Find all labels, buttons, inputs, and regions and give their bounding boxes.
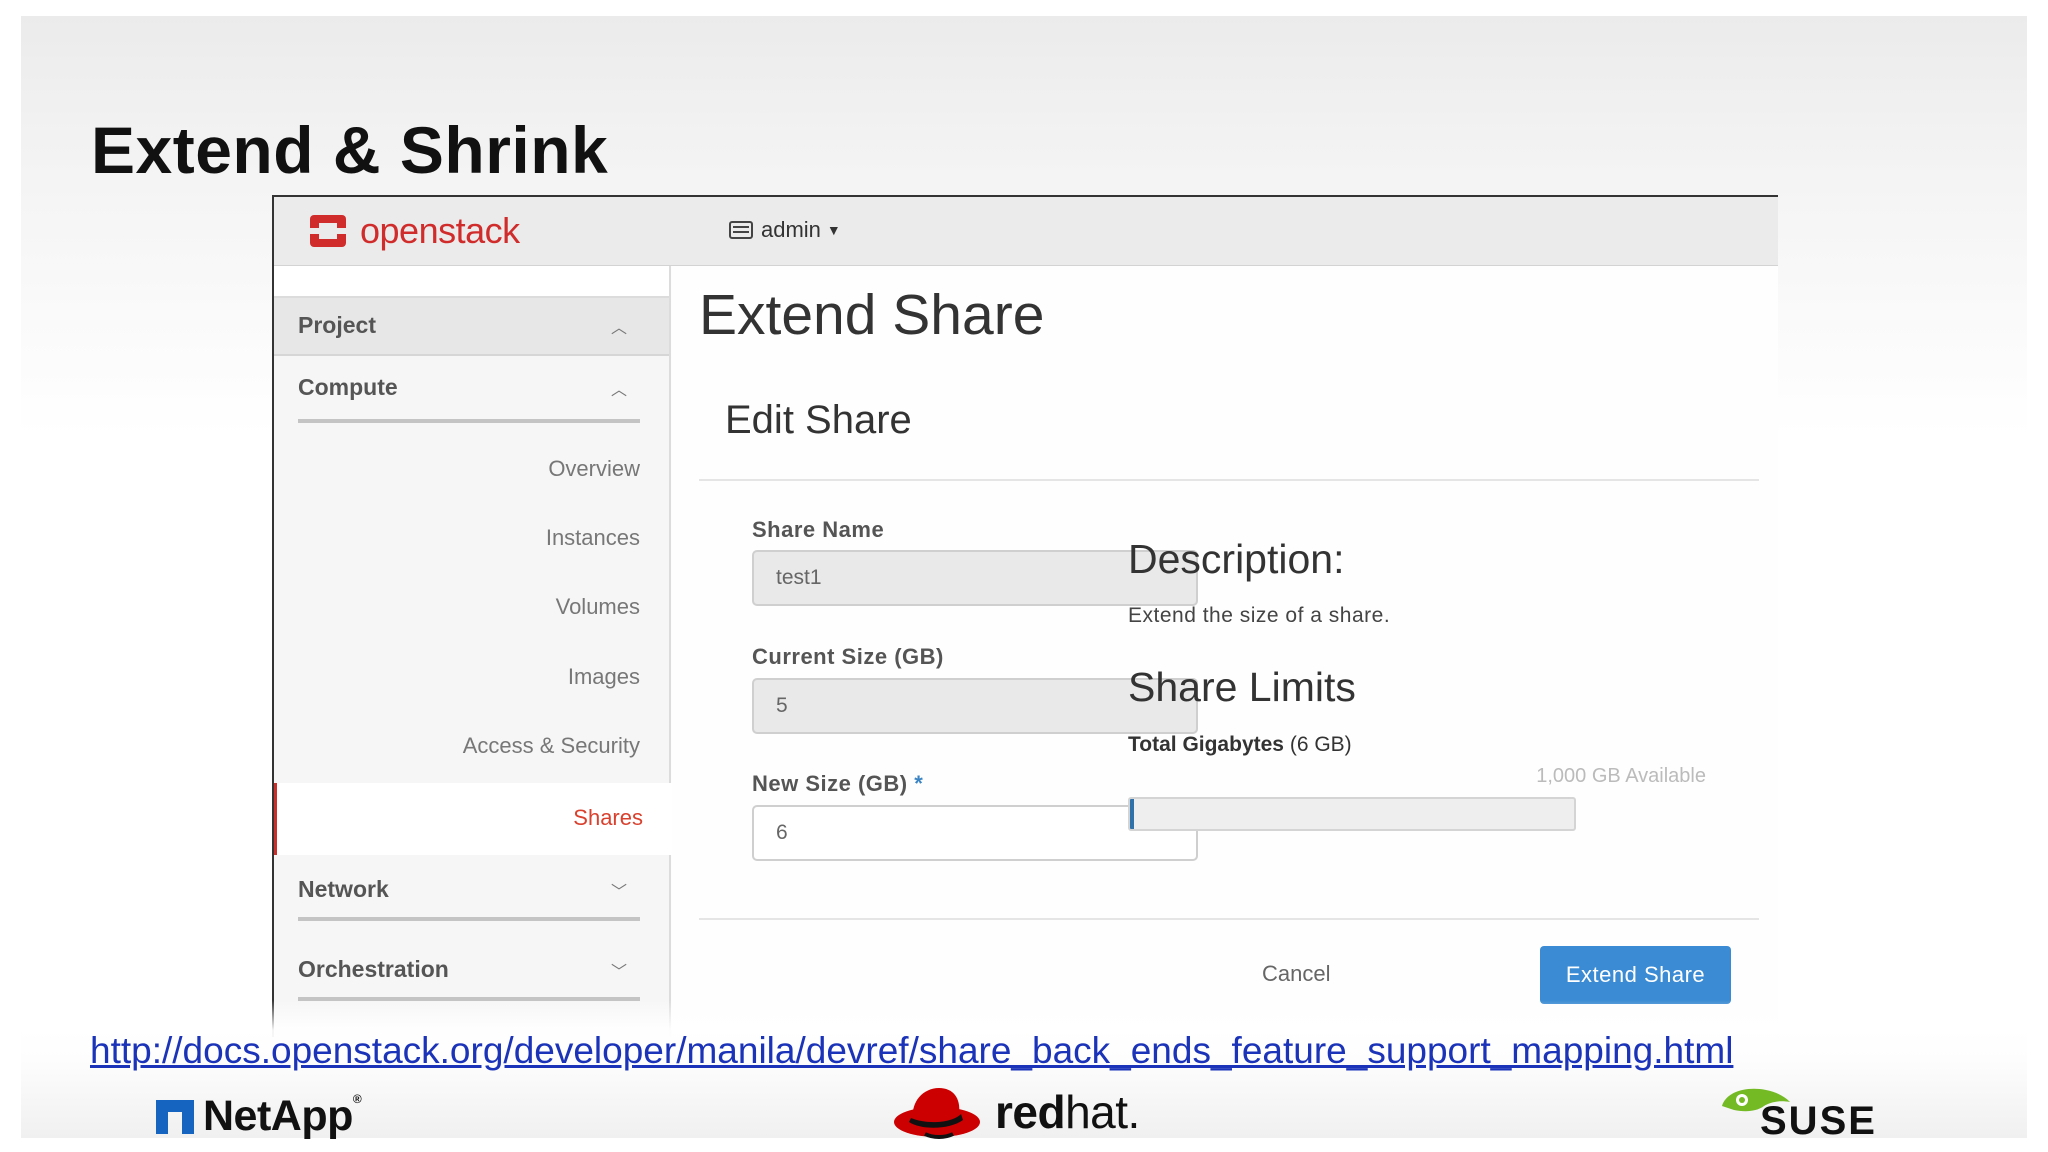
divider <box>298 419 640 423</box>
dashboard-screenshot: openstack admin ▼ Project ︿ Compute ︿ Ov… <box>272 195 1778 1037</box>
sidebar-project-header[interactable]: Project ︿ <box>274 298 669 356</box>
cancel-button[interactable]: Cancel <box>1262 961 1330 987</box>
new-size-label-text: New Size (GB) <box>752 771 908 796</box>
netapp-logo: NetApp® <box>156 1092 362 1141</box>
sidebar-compute-label: Compute <box>298 374 398 400</box>
new-size-label: New Size (GB) * <box>752 771 923 797</box>
sidebar-spacer <box>274 266 669 298</box>
project-selector[interactable]: admin ▼ <box>729 217 841 243</box>
sidebar-item-access-security[interactable]: Access & Security <box>463 733 640 759</box>
sidebar-compute-header[interactable]: Compute ︿ <box>274 358 669 418</box>
openstack-logo-text: openstack <box>360 210 520 251</box>
project-name: admin <box>761 217 821 242</box>
documentation-link[interactable]: http://docs.openstack.org/developer/mani… <box>90 1030 1733 1072</box>
chevron-down-icon: ﹀ <box>611 964 628 981</box>
total-gigabytes-label: Total Gigabytes (6 GB) <box>1128 733 1352 757</box>
share-name-label: Share Name <box>752 517 885 542</box>
server-icon <box>729 221 753 239</box>
current-size-label: Current Size (GB) <box>752 644 944 669</box>
netapp-logo-text: NetApp® <box>203 1092 362 1140</box>
total-gigabytes-title: Total Gigabytes <box>1128 733 1284 756</box>
netapp-logo-icon <box>156 1099 194 1134</box>
sidebar-item-images[interactable]: Images <box>568 664 640 690</box>
required-marker: * <box>914 771 924 796</box>
sidebar-item-shares[interactable]: Shares <box>274 783 672 855</box>
redhat-shadowman-icon <box>894 1088 980 1139</box>
sidebar-network-header[interactable]: Network ﹀ <box>274 858 669 918</box>
top-navbar: openstack admin ▼ <box>274 197 1778 266</box>
sidebar-network-label: Network <box>298 876 389 902</box>
chevron-down-icon: ﹀ <box>611 884 628 901</box>
chevron-up-icon: ︿ <box>611 382 628 399</box>
slide-title: Extend & Shrink <box>91 113 609 187</box>
sidebar-orchestration-label: Orchestration <box>298 956 449 982</box>
openstack-logo[interactable]: openstack <box>308 210 520 252</box>
divider <box>699 918 1759 920</box>
divider <box>298 917 640 921</box>
quota-progress-fill <box>1130 799 1134 829</box>
chevron-up-icon: ︿ <box>611 320 628 337</box>
suse-logo: SUSE <box>1720 1084 1960 1143</box>
sidebar-orchestration-header[interactable]: Orchestration ﹀ <box>274 938 669 998</box>
total-gigabytes-value: (6 GB) <box>1289 733 1352 756</box>
sidebar-item-instances[interactable]: Instances <box>546 525 640 551</box>
sidebar-item-shares-label: Shares <box>573 805 643 830</box>
available-text: 1,000 GB Available <box>1536 765 1706 787</box>
main-content: Extend Share Edit Share Share Name Curre… <box>672 266 1778 1037</box>
redhat-logo-text: redhat. <box>995 1086 1140 1138</box>
modal-title: Edit Share <box>725 398 912 442</box>
description-heading: Description: <box>1128 536 1345 582</box>
sidebar: Project ︿ Compute ︿ Overview Instances V… <box>274 266 672 1037</box>
extend-share-button[interactable]: Extend Share <box>1540 946 1731 1004</box>
description-text: Extend the size of a share. <box>1128 604 1391 627</box>
suse-chameleon-icon: SUSE <box>1722 1088 1877 1143</box>
page-title: Extend Share <box>699 283 1045 347</box>
quota-progress-bar <box>1128 797 1576 831</box>
share-limits-heading: Share Limits <box>1128 664 1356 710</box>
sidebar-item-overview[interactable]: Overview <box>548 456 640 482</box>
redhat-logo: redhat. <box>893 1084 1140 1140</box>
sidebar-item-volumes[interactable]: Volumes <box>556 594 640 620</box>
svg-text:SUSE: SUSE <box>1760 1099 1877 1138</box>
sidebar-project-label: Project <box>298 312 376 338</box>
openstack-logo-icon <box>310 215 346 247</box>
divider <box>699 479 1759 481</box>
caret-down-icon: ▼ <box>826 222 841 238</box>
